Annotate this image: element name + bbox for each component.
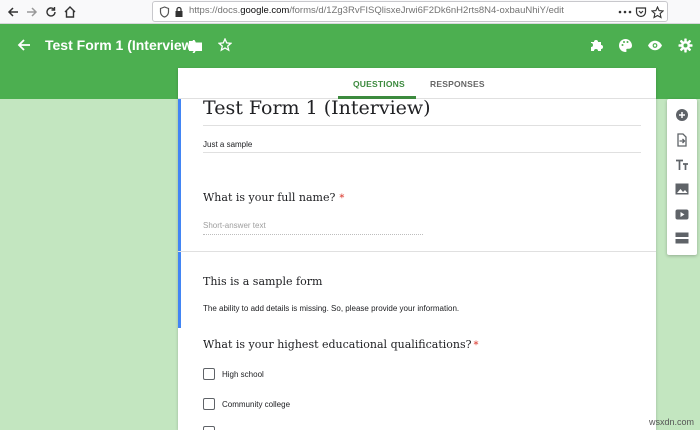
question-full-name[interactable]: What is your full name? * bbox=[203, 191, 344, 204]
add-video-icon[interactable] bbox=[674, 206, 690, 222]
addon-puzzle-icon[interactable] bbox=[586, 35, 606, 55]
form-description[interactable]: Just a sample bbox=[203, 140, 252, 149]
star-icon[interactable] bbox=[649, 4, 665, 20]
app-bar-form-title[interactable]: Test Form 1 (Interview) bbox=[45, 37, 197, 53]
import-questions-icon[interactable] bbox=[674, 132, 690, 148]
section-divider bbox=[178, 251, 656, 252]
add-title-icon[interactable] bbox=[674, 157, 690, 173]
active-item-indicator bbox=[178, 99, 181, 328]
option-label: High school bbox=[222, 369, 264, 379]
form-title[interactable]: Test Form 1 (Interview) bbox=[203, 97, 431, 119]
tab-responses[interactable]: RESPONSES bbox=[430, 79, 485, 89]
option-label: Community college bbox=[222, 399, 291, 409]
section-title[interactable]: This is a sample form bbox=[203, 275, 322, 288]
settings-gear-icon[interactable] bbox=[675, 35, 695, 55]
tab-questions[interactable]: QUESTIONS bbox=[353, 79, 405, 89]
option-partial[interactable] bbox=[203, 425, 222, 430]
question-education[interactable]: What is your highest educational qualifi… bbox=[203, 338, 479, 351]
star-icon[interactable] bbox=[215, 35, 235, 55]
required-asterisk: * bbox=[339, 193, 345, 204]
add-section-icon[interactable] bbox=[674, 230, 690, 246]
forward-icon[interactable] bbox=[22, 2, 42, 22]
short-answer-field[interactable]: Short-answer text bbox=[203, 221, 423, 235]
browser-toolbar: https://docs.google.com/forms/d/1Zg3RvFI… bbox=[0, 0, 700, 24]
option-community-college[interactable]: Community college bbox=[203, 397, 290, 411]
more-icon[interactable] bbox=[617, 4, 633, 20]
question-label: What is your full name? bbox=[203, 191, 336, 204]
option-high-school[interactable]: High school bbox=[203, 367, 264, 381]
divider bbox=[203, 152, 641, 153]
required-asterisk: * bbox=[473, 340, 479, 351]
checkbox[interactable] bbox=[203, 398, 215, 410]
pocket-icon[interactable] bbox=[633, 4, 649, 20]
shield-icon[interactable] bbox=[157, 5, 171, 19]
url-text: https://docs.google.com/forms/d/1Zg3RvFI… bbox=[189, 5, 564, 16]
divider bbox=[203, 125, 641, 126]
form-card: QUESTIONS RESPONSES Test Form 1 (Intervi… bbox=[178, 68, 656, 430]
lock-icon[interactable] bbox=[172, 5, 186, 19]
question-toolbar bbox=[667, 99, 697, 255]
add-image-icon[interactable] bbox=[674, 181, 690, 197]
reload-icon[interactable] bbox=[41, 2, 61, 22]
palette-icon[interactable] bbox=[615, 35, 635, 55]
watermark: wsxdn.com bbox=[648, 417, 694, 427]
url-bar[interactable]: https://docs.google.com/forms/d/1Zg3RvFI… bbox=[152, 1, 668, 22]
back-arrow-icon[interactable] bbox=[14, 35, 34, 55]
preview-eye-icon[interactable] bbox=[645, 35, 665, 55]
tab-bar: QUESTIONS RESPONSES bbox=[178, 68, 656, 99]
checkbox[interactable] bbox=[203, 368, 215, 380]
section-description[interactable]: The ability to add details is missing. S… bbox=[203, 304, 459, 313]
folder-icon[interactable] bbox=[185, 35, 205, 55]
back-icon[interactable] bbox=[3, 2, 23, 22]
home-icon[interactable] bbox=[60, 2, 80, 22]
checkbox[interactable] bbox=[203, 426, 215, 430]
add-question-icon[interactable] bbox=[674, 107, 690, 123]
question-label: What is your highest educational qualifi… bbox=[203, 338, 472, 351]
